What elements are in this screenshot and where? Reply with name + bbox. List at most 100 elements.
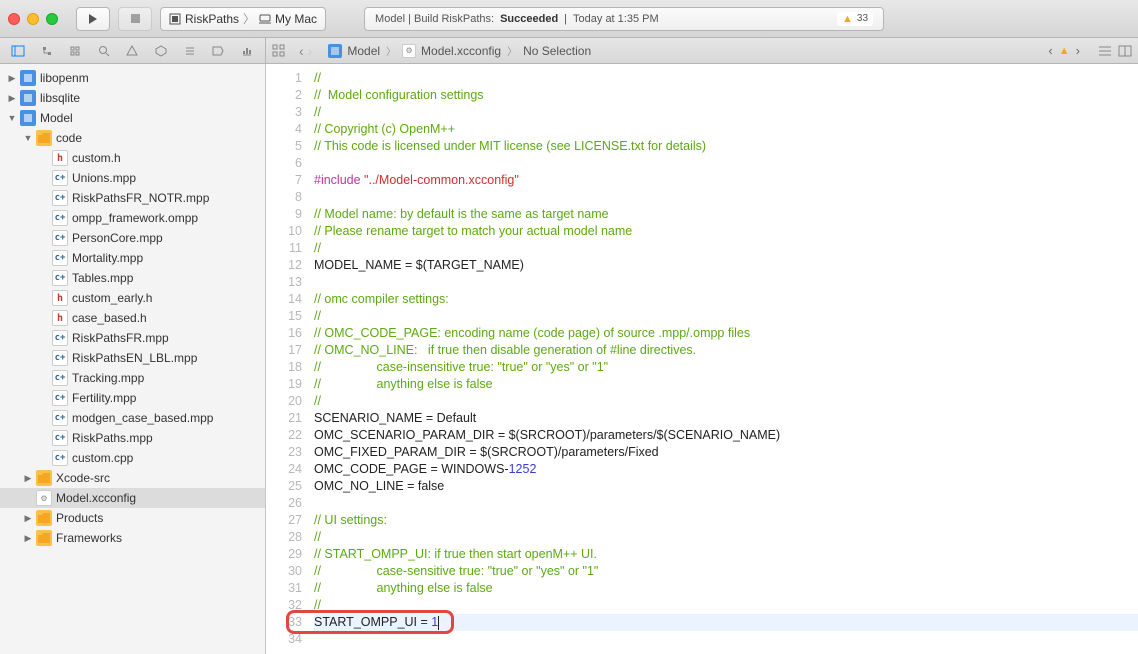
navigator-row[interactable]: c+Tables.mpp: [0, 268, 265, 288]
related-items-icon[interactable]: [272, 44, 285, 57]
back-button[interactable]: ‹: [299, 43, 304, 59]
symbol-navigator-tab[interactable]: [65, 41, 85, 61]
next-issue-button[interactable]: ›: [1076, 43, 1080, 58]
code-line[interactable]: // START_OMPP_UI: if true then start ope…: [314, 546, 1138, 563]
find-navigator-tab[interactable]: [94, 41, 114, 61]
code-line[interactable]: // This code is licensed under MIT licen…: [314, 138, 1138, 155]
breakpoint-navigator-tab[interactable]: [208, 41, 228, 61]
navigator-row[interactable]: c+ modgen_case_based.mpp: [0, 408, 265, 428]
navigator-row[interactable]: ▶libopenm: [0, 68, 265, 88]
code-line[interactable]: [314, 189, 1138, 206]
code-line[interactable]: // UI settings:: [314, 512, 1138, 529]
code-line[interactable]: //: [314, 393, 1138, 410]
code-line[interactable]: OMC_NO_LINE = false: [314, 478, 1138, 495]
window-controls: [8, 13, 58, 25]
run-button[interactable]: [76, 7, 110, 31]
editor-options-button[interactable]: [1098, 45, 1112, 57]
c-icon: c+: [52, 410, 68, 426]
breadcrumb-file[interactable]: ⚙ Model.xcconfig: [402, 44, 501, 58]
warning-count-badge[interactable]: ▲ 33: [837, 12, 873, 26]
code-line[interactable]: //: [314, 308, 1138, 325]
navigator-row[interactable]: c+ompp_framework.ompp: [0, 208, 265, 228]
code-line[interactable]: // OMC_NO_LINE: if true then disable gen…: [314, 342, 1138, 359]
c-icon: c+: [52, 390, 68, 406]
code-line[interactable]: // OMC_CODE_PAGE: encoding name (code pa…: [314, 325, 1138, 342]
code-line[interactable]: // omc compiler settings:: [314, 291, 1138, 308]
prev-issue-button[interactable]: ‹: [1048, 43, 1052, 58]
code-line[interactable]: // anything else is false: [314, 580, 1138, 597]
code-line[interactable]: // Please rename target to match your ac…: [314, 223, 1138, 240]
issue-navigator-tab[interactable]: [122, 41, 142, 61]
code-line[interactable]: // case-insensitive true: "true" or "yes…: [314, 359, 1138, 376]
source-control-navigator-tab[interactable]: [37, 41, 57, 61]
navigator-row[interactable]: c+Tracking.mpp: [0, 368, 265, 388]
forward-button[interactable]: ›: [308, 43, 313, 59]
code-line[interactable]: [314, 274, 1138, 291]
navigator-row[interactable]: hcustom_early.h: [0, 288, 265, 308]
code-line[interactable]: //: [314, 104, 1138, 121]
debug-navigator-tab[interactable]: [180, 41, 200, 61]
activity-status[interactable]: Model | Build RiskPaths: Succeeded | Tod…: [364, 7, 884, 31]
report-navigator-tab[interactable]: [237, 41, 257, 61]
add-editor-button[interactable]: [1118, 45, 1132, 57]
navigator-row[interactable]: ▶Xcode-src: [0, 468, 265, 488]
code-line[interactable]: [314, 631, 1138, 648]
code-line[interactable]: SCENARIO_NAME = Default: [314, 410, 1138, 427]
file-name-label: Xcode-src: [56, 471, 110, 485]
code-line[interactable]: //: [314, 240, 1138, 257]
navigator-row[interactable]: hcustom.h: [0, 148, 265, 168]
navigator-row[interactable]: c+Unions.mpp: [0, 168, 265, 188]
test-navigator-tab[interactable]: [151, 41, 171, 61]
code-line[interactable]: OMC_CODE_PAGE = WINDOWS-1252: [314, 461, 1138, 478]
navigator-row[interactable]: ▶libsqlite: [0, 88, 265, 108]
navigator-row[interactable]: ▼code: [0, 128, 265, 148]
navigator-row[interactable]: ▼Model: [0, 108, 265, 128]
stop-button[interactable]: [118, 7, 152, 31]
target-icon: [169, 13, 181, 25]
zoom-window-button[interactable]: [46, 13, 58, 25]
code-line[interactable]: [314, 495, 1138, 512]
code-line[interactable]: // Model configuration settings: [314, 87, 1138, 104]
navigator-row[interactable]: c+PersonCore.mpp: [0, 228, 265, 248]
code-line[interactable]: // Model name: by default is the same as…: [314, 206, 1138, 223]
navigator-row[interactable]: hcase_based.h: [0, 308, 265, 328]
code-line[interactable]: //: [314, 70, 1138, 87]
code-line[interactable]: #include "../Model-common.xcconfig": [314, 172, 1138, 189]
code-line[interactable]: //: [314, 529, 1138, 546]
c-icon: c+: [52, 430, 68, 446]
code-area[interactable]: //// Model configuration settings//// Co…: [310, 64, 1138, 654]
breadcrumb-selection[interactable]: No Selection: [523, 44, 591, 58]
code-line[interactable]: // Copyright (c) OpenM++: [314, 121, 1138, 138]
code-line[interactable]: // anything else is false: [314, 376, 1138, 393]
project-navigator[interactable]: ▶libopenm▶libsqlite▼Model▼codehcustom.hc…: [0, 64, 266, 654]
code-line[interactable]: START_OMPP_UI = 1: [314, 614, 1138, 631]
navigator-row[interactable]: c+RiskPathsFR.mpp: [0, 328, 265, 348]
close-window-button[interactable]: [8, 13, 20, 25]
code-line[interactable]: OMC_SCENARIO_PARAM_DIR = $(SRCROOT)/para…: [314, 427, 1138, 444]
code-line[interactable]: // case-sensitive true: "true" or "yes" …: [314, 563, 1138, 580]
code-line[interactable]: [314, 155, 1138, 172]
code-line[interactable]: OMC_FIXED_PARAM_DIR = $(SRCROOT)/paramet…: [314, 444, 1138, 461]
minimize-window-button[interactable]: [27, 13, 39, 25]
code-line[interactable]: //: [314, 597, 1138, 614]
file-name-label: Tracking.mpp: [72, 371, 144, 385]
navigator-row[interactable]: ⚙Model.xcconfig: [0, 488, 265, 508]
navigator-row[interactable]: c+RiskPaths.mpp: [0, 428, 265, 448]
source-editor[interactable]: 1234567891011121314151617181920212223242…: [266, 64, 1138, 654]
navigator-row[interactable]: ▶Frameworks: [0, 528, 265, 548]
navigator-row[interactable]: c+RiskPathsEN_LBL.mpp: [0, 348, 265, 368]
breadcrumb-project[interactable]: Model: [328, 44, 380, 58]
file-name-label: modgen_case_based.mpp: [72, 411, 213, 425]
editor-jump-bar: ‹ › Model 〉 ⚙ Model.xcconfig 〉 No Select…: [266, 38, 1138, 63]
navigator-row[interactable]: c+Mortality.mpp: [0, 248, 265, 268]
scheme-selector[interactable]: RiskPaths 〉 My Mac: [160, 7, 326, 31]
status-result: Succeeded: [500, 13, 558, 25]
code-line[interactable]: MODEL_NAME = $(TARGET_NAME): [314, 257, 1138, 274]
navigator-row[interactable]: c+Fertility.mpp: [0, 388, 265, 408]
navigator-row[interactable]: c+custom.cpp: [0, 448, 265, 468]
project-navigator-tab[interactable]: [8, 41, 28, 61]
file-name-label: libopenm: [40, 71, 89, 85]
navigator-row[interactable]: c+RiskPathsFR_NOTR.mpp: [0, 188, 265, 208]
folder-icon: [36, 530, 52, 546]
navigator-row[interactable]: ▶Products: [0, 508, 265, 528]
